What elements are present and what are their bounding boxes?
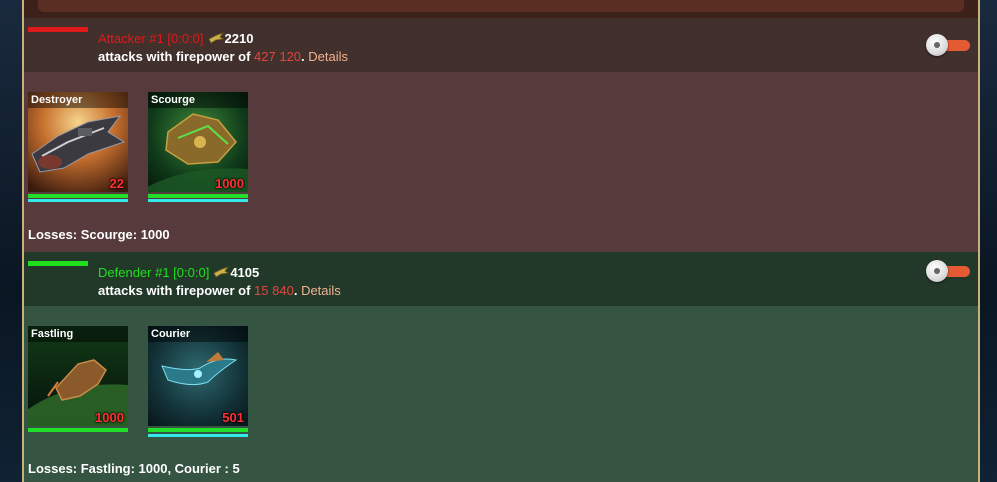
ship-card-scourge[interactable]: Scourge 1000 bbox=[148, 92, 248, 202]
ship-count: 1000 bbox=[95, 410, 124, 425]
defender-color-bar bbox=[28, 261, 88, 266]
attacker-title-line: Attacker #1 [0:0:0] 2210 bbox=[98, 31, 253, 46]
defender-details-link[interactable]: Details bbox=[301, 283, 341, 298]
ship-count: 501 bbox=[222, 410, 244, 425]
ship-name: Destroyer bbox=[28, 92, 128, 108]
attacker-toggle[interactable] bbox=[926, 34, 970, 56]
hp-bar bbox=[148, 428, 248, 432]
ship-card-fastling[interactable]: Fastling 1000 bbox=[28, 326, 128, 432]
background-right bbox=[980, 0, 997, 482]
panel-top-bar bbox=[24, 0, 978, 18]
hp-bar bbox=[148, 194, 248, 198]
scourge-image: Scourge 1000 bbox=[148, 92, 248, 192]
hp-bar bbox=[28, 428, 128, 432]
attacker-color-bar bbox=[28, 27, 88, 32]
attacker-score: 2210 bbox=[224, 31, 254, 46]
ship-count: 1000 bbox=[215, 176, 244, 191]
defender-title-line: Defender #1 [0:0:0] 4105 bbox=[98, 265, 259, 280]
defender-section: Defender #1 [0:0:0] 4105 attacks with fir… bbox=[24, 252, 978, 482]
defender-fleet: Fastling 1000 Courier 501 Losses: Fastli… bbox=[24, 306, 978, 482]
ship-name: Scourge bbox=[148, 92, 248, 108]
attacker-details-link[interactable]: Details bbox=[308, 49, 348, 64]
defender-losses: Losses: Fastling: 1000, Courier : 5 bbox=[28, 461, 240, 476]
shield-bar bbox=[148, 434, 248, 437]
destroyer-image: Destroyer 22 bbox=[28, 92, 128, 192]
ship-icon bbox=[213, 266, 230, 278]
ship-count: 22 bbox=[109, 176, 124, 191]
ship-icon bbox=[207, 32, 224, 44]
ship-card-destroyer[interactable]: Destroyer 22 bbox=[28, 92, 128, 202]
ship-card-courier[interactable]: Courier 501 bbox=[148, 326, 248, 437]
attacker-fleet: Destroyer 22 Scourge 1000 Losses: Scourg… bbox=[24, 72, 978, 252]
attacker-title: Attacker #1 [0:0:0] bbox=[98, 31, 204, 46]
ship-name: Fastling bbox=[28, 326, 128, 342]
ship-name: Courier bbox=[148, 326, 248, 342]
defender-score: 4105 bbox=[230, 265, 260, 280]
hp-bar bbox=[28, 194, 128, 198]
courier-image: Courier 501 bbox=[148, 326, 248, 426]
fastling-image: Fastling 1000 bbox=[28, 326, 128, 426]
background-left bbox=[0, 0, 22, 482]
battle-report-panel: Attacker #1 [0:0:0] 2210 attacks with fir… bbox=[22, 0, 980, 482]
attacker-firepower-value: 427 120 bbox=[254, 49, 302, 64]
shield-bar bbox=[148, 199, 248, 202]
shield-bar bbox=[28, 199, 128, 202]
defender-toggle[interactable] bbox=[926, 260, 970, 282]
attacker-header: Attacker #1 [0:0:0] 2210 attacks with fir… bbox=[24, 18, 978, 72]
attacker-losses: Losses: Scourge: 1000 bbox=[28, 227, 170, 242]
attacker-section: Attacker #1 [0:0:0] 2210 attacks with fir… bbox=[24, 18, 978, 252]
defender-header: Defender #1 [0:0:0] 4105 attacks with fir… bbox=[24, 252, 978, 306]
defender-firepower-line: attacks with firepower of 15 840. Detail… bbox=[98, 283, 341, 298]
defender-title: Defender #1 [0:0:0] bbox=[98, 265, 210, 280]
attacker-firepower-line: attacks with firepower of 427 120. Detai… bbox=[98, 49, 349, 64]
defender-firepower-value: 15 840 bbox=[254, 283, 294, 298]
